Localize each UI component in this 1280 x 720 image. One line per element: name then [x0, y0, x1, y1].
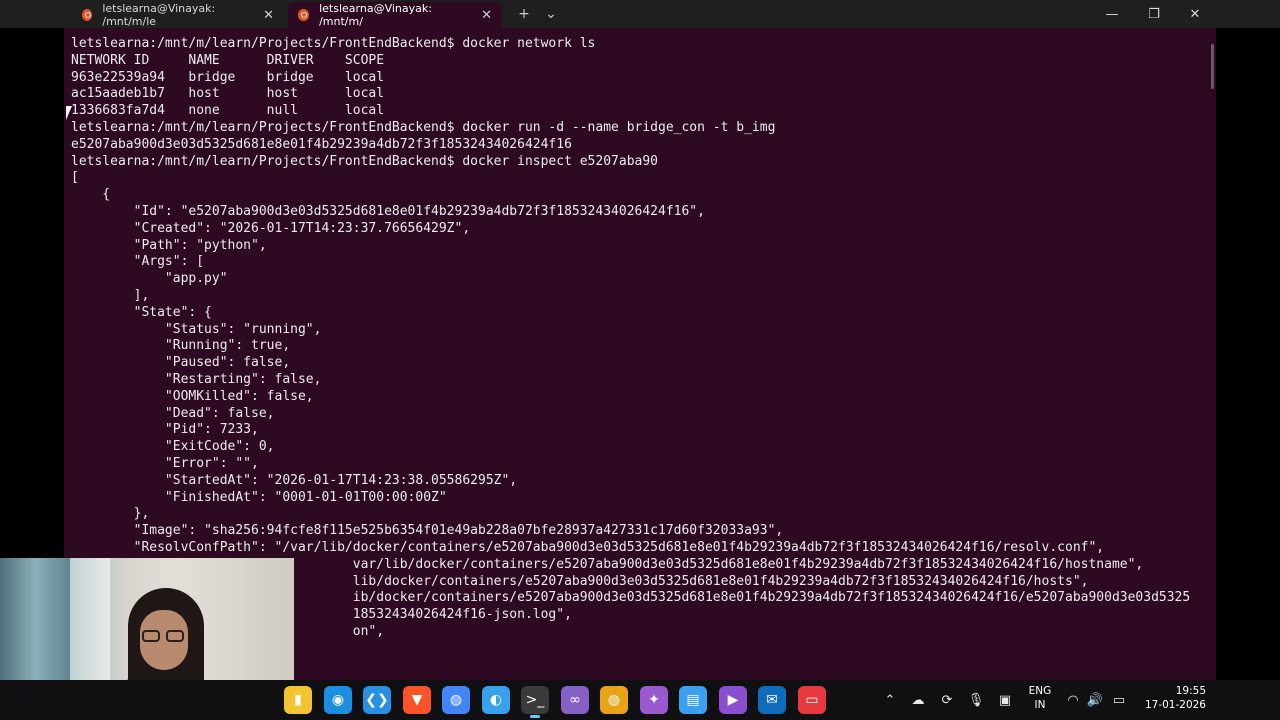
right-margin — [1216, 28, 1280, 680]
terminal-line: letslearna:/mnt/m/learn/Projects/FrontEn… — [71, 119, 776, 135]
taskbar-app-notepad-icon[interactable]: ▤ — [679, 686, 707, 714]
terminal-line: "ExitCode": 0, — [71, 439, 275, 455]
terminal-line: letslearna:/mnt/m/learn/Projects/FrontEn… — [71, 153, 658, 169]
tab-terminal-2[interactable]: letslearna@Vinayak: /mnt/m/ ✕ — [288, 2, 502, 28]
taskbar-app-browser-blue-icon[interactable]: ◐ — [482, 686, 510, 714]
mic-icon[interactable]: 🎙 — [967, 690, 985, 710]
battery-icon[interactable]: ▭ — [1110, 690, 1128, 710]
terminal-line: "Id": "e5207aba900d3e03d5325d681e8e01f4b… — [71, 203, 705, 219]
terminal-lines: letslearna:/mnt/m/learn/Projects/FrontEn… — [71, 36, 1190, 641]
terminal-line: { — [71, 187, 111, 203]
terminal-line: "FinishedAt": "0001-01-01T00:00:00Z" — [71, 489, 447, 505]
volume-icon[interactable]: 🔊 — [1086, 690, 1104, 710]
ubuntu-icon — [298, 9, 310, 21]
wifi-icon[interactable]: ◠ — [1064, 690, 1082, 710]
terminal-line: "OOMKilled": false, — [71, 388, 314, 404]
tab-close-icon[interactable]: ✕ — [481, 8, 492, 23]
taskbar-app-remote-desktop-icon[interactable]: ▭ — [798, 686, 826, 714]
terminal-line: "Status": "running", — [71, 321, 322, 337]
clock-time: 19:55 — [1175, 685, 1206, 697]
taskbar-app-vscode-icon[interactable]: ❮❯ — [363, 686, 391, 714]
tab-close-icon[interactable]: ✕ — [263, 8, 274, 23]
taskbar-app-brave-icon[interactable]: ▼ — [403, 686, 431, 714]
terminal-line: }, — [71, 506, 150, 522]
terminal-line: 1336683fa7d4 none null local — [71, 103, 385, 119]
terminal-line: e5207aba900d3e03d5325d681e8e01f4b29239a4… — [71, 136, 572, 152]
terminal-line: "Restarting": false, — [71, 371, 322, 387]
tab-label: letslearna@Vinayak: /mnt/m/ — [319, 2, 432, 28]
lang-code: ENG — [1028, 685, 1052, 697]
taskbar-app-copilot-icon[interactable]: ✦ — [640, 686, 668, 714]
scrollbar[interactable] — [1210, 44, 1214, 114]
terminal-line: "Pid": 7233, — [71, 422, 259, 438]
terminal-line: "Path": "python", — [71, 237, 267, 253]
sync-icon[interactable]: ⟳ — [938, 690, 956, 710]
taskbar-app-terminal-icon[interactable]: >_ — [521, 686, 549, 718]
taskbar-app-file-explorer-icon[interactable]: ▮ — [284, 686, 312, 714]
maximize-button[interactable]: ❐ — [1133, 0, 1175, 28]
clock-date: 17-01-2026 — [1144, 699, 1206, 711]
terminal-line: ], — [71, 287, 150, 303]
terminal-line: "Args": [ — [71, 254, 205, 270]
new-tab-button[interactable]: + — [512, 3, 536, 25]
terminal-line: "ResolvConfPath": "/var/lib/docker/conta… — [71, 539, 1105, 555]
terminal-line: "Error": "", — [71, 455, 259, 471]
taskbar-app-mail-icon[interactable]: ✉ — [758, 686, 786, 714]
terminal-line: "State": { — [71, 304, 212, 320]
chevron-up-icon[interactable]: ⌃ — [881, 690, 899, 710]
tab-terminal-1[interactable]: letslearna@Vinayak: /mnt/m/le ✕ — [72, 2, 284, 28]
tab-dropdown-button[interactable]: ⌄ — [539, 3, 563, 25]
terminal-line: "Running": true, — [71, 338, 291, 354]
minimize-button[interactable]: — — [1091, 0, 1133, 28]
terminal-line: NETWORK ID NAME DRIVER SCOPE — [71, 52, 385, 68]
taskbar-app-visual-studio-icon[interactable]: ∞ — [561, 686, 589, 714]
window-titlebar: letslearna@Vinayak: /mnt/m/le ✕ letslear… — [0, 0, 1280, 28]
clock[interactable]: 19:55 17-01-2026 — [1136, 684, 1206, 712]
terminal-line: "StartedAt": "2026-01-17T14:23:38.055862… — [71, 472, 518, 488]
taskbar-app-clipchamp-icon[interactable]: ▶ — [719, 686, 747, 714]
taskbar-app-chrome-icon[interactable]: ◍ — [442, 686, 470, 714]
mouse-cursor-icon — [66, 106, 72, 120]
scrollbar-thumb[interactable] — [1211, 44, 1214, 89]
tab-label: letslearna@Vinayak: /mnt/m/le — [102, 2, 216, 28]
taskbar-app-chrome-canary-icon[interactable]: ◍ — [600, 686, 628, 714]
terminal-line: 963e22539a94 bridge bridge local — [71, 69, 385, 85]
language-indicator[interactable]: ENG IN — [1024, 684, 1056, 712]
terminal-line: "Image": "sha256:94fcfe8f115e525b6354f01… — [71, 523, 784, 539]
taskbar: ▮ ◉ ❮❯ ▼ ◍ ◐ >_ ∞ ◍ ✦ ▤ ▶ ✉ ▭ ⌃ ☁ ⟳ 🎙 ▣ ◠ 🔊 ▭ — [0, 680, 1280, 720]
terminal-line: ac15aadeb1b7 host host local — [71, 86, 385, 102]
region-code: IN — [1034, 699, 1046, 711]
terminal-line: "Paused": false, — [71, 355, 291, 371]
onedrive-icon[interactable]: ☁ — [909, 690, 927, 710]
terminal-line: "Created": "2026-01-17T14:23:37.76656429… — [71, 220, 471, 236]
terminal-line: "Dead": false, — [71, 405, 275, 421]
taskbar-app-edge-icon[interactable]: ◉ — [324, 686, 352, 714]
screen-icon[interactable]: ▣ — [996, 690, 1014, 710]
glasses — [142, 630, 186, 642]
terminal-line: letslearna:/mnt/m/learn/Projects/FrontEn… — [71, 36, 596, 51]
terminal-line: [ — [71, 170, 79, 186]
close-window-button[interactable]: ✕ — [1174, 0, 1216, 28]
ubuntu-icon — [82, 9, 93, 21]
terminal-line: "app.py" — [71, 271, 228, 287]
